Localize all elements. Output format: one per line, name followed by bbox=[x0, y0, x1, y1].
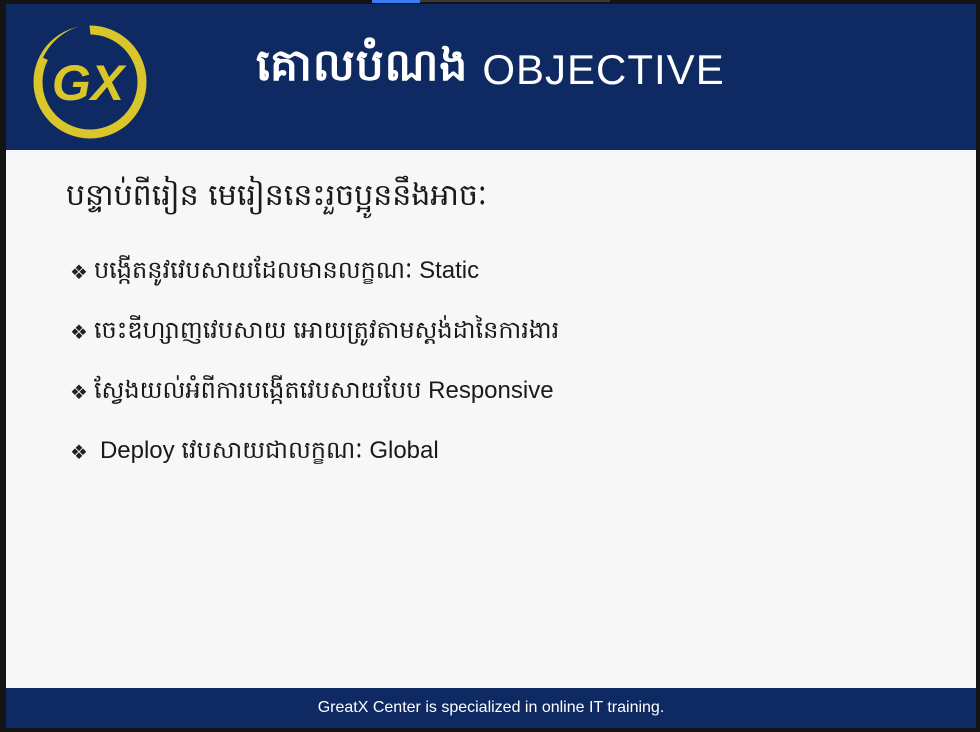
list-item: ❖ ស្វែងយល់អំពីការបង្កើតវេបសាយបែប Respons… bbox=[70, 362, 559, 422]
slide-header: GX គោលបំណង OBJECTIVE bbox=[6, 4, 976, 150]
intro-text: បន្ទាប់ពីរៀន មេរៀននេះរួចប្អូននឹងអាចៈ bbox=[66, 178, 488, 213]
list-item: ❖ ចេះឌីហ្សាញវេបសាយ អោយត្រូវតាមស្តង់ដានៃក… bbox=[70, 302, 559, 362]
slide-footer: GreatX Center is specialized in online I… bbox=[6, 688, 976, 728]
list-item: ❖ បង្កើតនូវវេបសាយដែលមានលក្ខណៈ Static bbox=[70, 242, 559, 302]
slide-content: បន្ទាប់ពីរៀន មេរៀននេះរួចប្អូននឹងអាចៈ ❖ ប… bbox=[6, 150, 976, 688]
gx-logo-icon: GX bbox=[33, 24, 147, 139]
diamond-bullet-icon: ❖ bbox=[70, 380, 88, 404]
logo-letters: GX bbox=[52, 55, 127, 111]
progress-indicator bbox=[372, 0, 420, 3]
presentation-slide: GX គោលបំណង OBJECTIVE បន្ទាប់ពីរៀន មេរៀនន… bbox=[6, 4, 976, 728]
title-english: OBJECTIVE bbox=[482, 46, 725, 93]
page-title: គោលបំណង OBJECTIVE bbox=[256, 38, 725, 102]
objective-list: ❖ បង្កើតនូវវេបសាយដែលមានលក្ខណៈ Static ❖ ច… bbox=[70, 242, 559, 482]
bullet-text: ចេះឌីហ្សាញវេបសាយ អោយត្រូវតាមស្តង់ដានៃការ… bbox=[93, 316, 560, 344]
bullet-text: Deploy វេបសាយជាលក្ខណៈ Global bbox=[99, 436, 439, 464]
screen-frame: GX គោលបំណង OBJECTIVE បន្ទាប់ពីរៀន មេរៀនន… bbox=[0, 0, 980, 732]
title-khmer: គោលបំណង bbox=[256, 40, 469, 91]
bullet-text: បង្កើតនូវវេបសាយដែលមានលក្ខណៈ Static bbox=[93, 256, 480, 284]
bullet-text: ស្វែងយល់អំពីការបង្កើតវេបសាយបែប Responsiv… bbox=[93, 376, 554, 404]
diamond-bullet-icon: ❖ bbox=[70, 260, 88, 284]
diamond-bullet-icon: ❖ bbox=[70, 440, 88, 464]
diamond-bullet-icon: ❖ bbox=[70, 320, 88, 344]
footer-text: GreatX Center is specialized in online I… bbox=[317, 699, 665, 716]
progress-track bbox=[420, 0, 610, 2]
list-item: ❖ Deploy វេបសាយជាលក្ខណៈ Global bbox=[70, 422, 559, 482]
